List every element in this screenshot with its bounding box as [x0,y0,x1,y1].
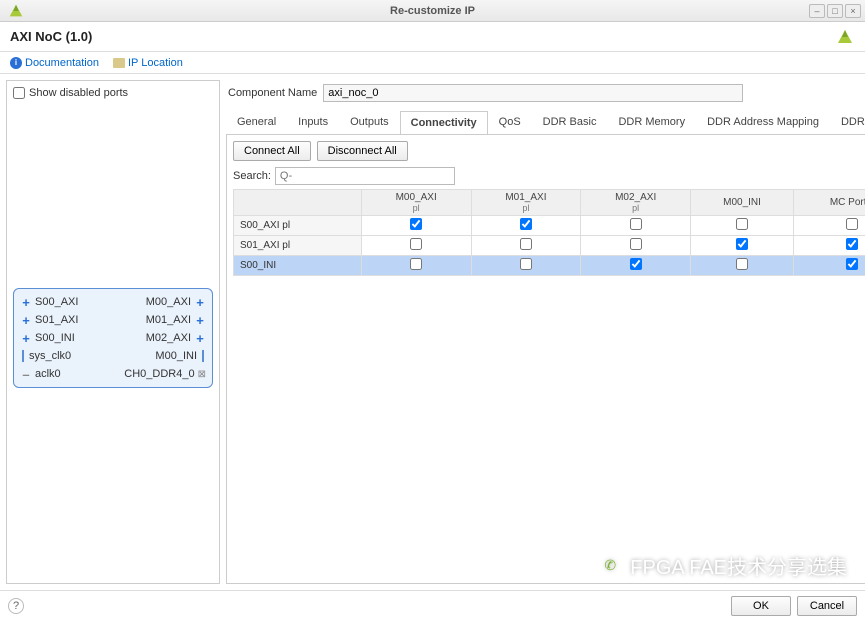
window-controls: – □ × [809,4,861,18]
search-input[interactable] [275,167,455,185]
minimize-button[interactable]: – [809,4,825,18]
connectivity-checkbox[interactable] [736,218,748,230]
documentation-label: Documentation [25,57,99,69]
tab-inputs[interactable]: Inputs [287,110,339,134]
table-row[interactable]: S00_AXI pl [234,216,865,236]
connectivity-checkbox[interactable] [736,258,748,270]
ip-block-diagram: +S00_AXIM00_AXI++S01_AXIM01_AXI++S00_INI… [13,99,213,577]
ip-port-row: +S00_AXIM00_AXI+ [20,293,206,311]
port-right: M01_AXI [146,314,191,326]
port-right: M02_AXI [146,332,191,344]
maximize-button[interactable]: □ [827,4,843,18]
tab-ddr-memory[interactable]: DDR Memory [607,110,696,134]
connectivity-checkbox[interactable] [630,258,642,270]
titlebar: Re-customize IP – □ × [0,0,865,22]
cancel-button[interactable]: Cancel [797,596,857,616]
ip-port-row: sys_clk0 M00_INI [20,347,206,365]
connectivity-checkbox[interactable] [846,258,858,270]
port-right: CH0_DDR4_0 [124,368,194,380]
folder-icon [113,58,125,68]
tab-ddr-address-mapping[interactable]: DDR Address Mapping [696,110,830,134]
port-left: S00_INI [35,332,75,344]
component-name-label: Component Name [228,87,317,99]
component-name-row: Component Name [226,80,865,110]
connectivity-table: M00_AXIplM01_AXIplM02_AXIplM00_INIMC Por… [233,189,865,276]
config-panel: Component Name GeneralInputsOutputsConne… [226,80,865,584]
port-left: S00_AXI [35,296,78,308]
ip-port-row: +S01_AXIM01_AXI+ [20,311,206,329]
connectivity-checkbox[interactable] [520,238,532,250]
tab-connectivity[interactable]: Connectivity [400,111,488,135]
connectivity-checkbox[interactable] [410,218,422,230]
port-left: sys_clk0 [29,350,71,362]
component-name-input[interactable] [323,84,743,102]
col-header: M00_AXIpl [361,190,471,216]
connectivity-checkbox[interactable] [410,238,422,250]
connectivity-checkbox[interactable] [846,218,858,230]
table-row[interactable]: S01_AXI pl [234,236,865,256]
table-row[interactable]: S00_INI [234,256,865,276]
vendor-logo-icon [835,27,855,47]
search-row: Search: [233,167,865,185]
port-right: M00_AXI [146,296,191,308]
info-icon: i [10,57,22,69]
tab-ddr-adv[interactable]: DDR Adv [830,110,865,134]
tab-outputs[interactable]: Outputs [339,110,400,134]
ok-button[interactable]: OK [731,596,791,616]
ip-block: +S00_AXIM00_AXI++S01_AXIM01_AXI++S00_INI… [13,288,213,388]
show-disabled-ports-checkbox[interactable]: Show disabled ports [13,87,213,99]
port-right: M00_INI [155,350,197,362]
port-left: aclk0 [35,368,61,380]
ip-name: AXI NoC (1.0) [10,29,92,44]
help-icon[interactable]: ? [8,598,24,614]
connect-all-button[interactable]: Connect All [233,141,311,161]
col-header: M01_AXIpl [471,190,581,216]
show-disabled-checkbox-input[interactable] [13,87,25,99]
row-header: S01_AXI pl [234,236,362,256]
disconnect-all-button[interactable]: Disconnect All [317,141,408,161]
show-disabled-label: Show disabled ports [29,87,128,99]
tab-qos[interactable]: QoS [488,110,532,134]
ip-port-row: –aclk0CH0_DDR4_0⊠ [20,365,206,383]
toolbar: i Documentation IP Location [0,52,865,74]
connect-buttons: Connect All Disconnect All [233,141,865,161]
window-title: Re-customize IP [0,5,865,17]
ip-port-row: +S00_INIM02_AXI+ [20,329,206,347]
connectivity-checkbox[interactable] [736,238,748,250]
row-header: S00_AXI pl [234,216,362,236]
connectivity-checkbox[interactable] [520,218,532,230]
port-left: S01_AXI [35,314,78,326]
search-label: Search: [233,170,271,182]
ip-header: AXI NoC (1.0) [0,22,865,52]
connectivity-checkbox[interactable] [630,218,642,230]
main: Show disabled ports +S00_AXIM00_AXI++S01… [0,74,865,590]
tabbar: GeneralInputsOutputsConnectivityQoSDDR B… [226,110,865,135]
connectivity-checkbox[interactable] [630,238,642,250]
ip-location-link[interactable]: IP Location [113,57,183,69]
close-button[interactable]: × [845,4,861,18]
footer: ? OK Cancel [0,590,865,620]
tab-general[interactable]: General [226,110,287,134]
col-header: M02_AXIpl [581,190,691,216]
connectivity-checkbox[interactable] [520,258,532,270]
row-header: S00_INI [234,256,362,276]
ip-location-label: IP Location [128,57,183,69]
footer-buttons: OK Cancel [731,596,857,616]
col-header: M00_INI [691,190,794,216]
connectivity-checkbox[interactable] [410,258,422,270]
tab-ddr-basic[interactable]: DDR Basic [532,110,608,134]
col-header: MC Port 0 [794,190,865,216]
tab-content-connectivity: Connect All Disconnect All Search: M00_A… [226,135,865,584]
documentation-link[interactable]: i Documentation [10,57,99,69]
connectivity-checkbox[interactable] [846,238,858,250]
ports-panel: Show disabled ports +S00_AXIM00_AXI++S01… [6,80,220,584]
